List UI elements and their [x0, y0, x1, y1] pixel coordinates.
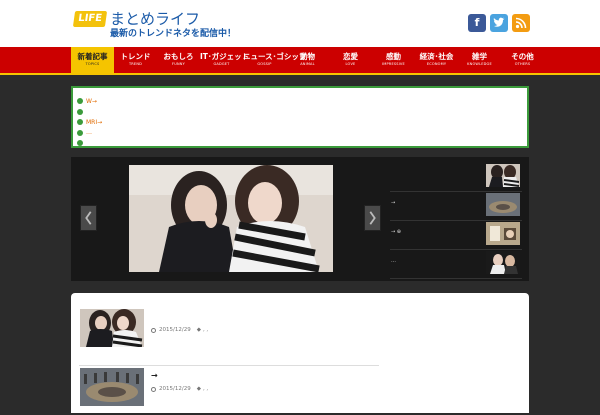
- thumbnail-caption: →: [391, 200, 396, 206]
- thumbnail-image[interactable]: [486, 164, 520, 187]
- nav-item-label: 経済･社会: [419, 52, 454, 61]
- nav-item-sublabel: KNOWLEDGE: [467, 62, 492, 66]
- article-meta: 2015/12/29 ◆ , ,: [151, 386, 208, 392]
- nav-item-label: おもしろ: [163, 52, 194, 61]
- nav-item-label: 恋愛: [343, 52, 358, 61]
- logo-badge: LIFE: [72, 11, 108, 27]
- site-subtitle: 最新のトレンドネタを配信中！: [110, 29, 237, 39]
- nav-item-trend[interactable]: トレンド TREND: [114, 47, 157, 73]
- site-logo[interactable]: LIFE まとめライフ 最新のトレンドネタを配信中！: [72, 9, 244, 41]
- nav-item-gossip[interactable]: ニュース･ゴシップ GOSSIP: [243, 47, 307, 73]
- new-topics-box: W→ MRI→ …: [71, 86, 529, 148]
- article-date: 2015/12/29: [159, 386, 191, 392]
- twitter-icon[interactable]: [490, 14, 508, 32]
- nav-item-sublabel: ANIMAL: [300, 62, 315, 66]
- nav-item-label: その他: [511, 52, 534, 61]
- article-thumbnail[interactable]: [80, 368, 144, 406]
- slider-thumbnail[interactable]: → ⊕: [390, 221, 522, 250]
- slider-thumbnail[interactable]: [390, 163, 522, 192]
- featured-image[interactable]: [129, 165, 333, 272]
- site-header: LIFE まとめライフ 最新のトレンドネタを配信中！ f: [0, 0, 600, 47]
- article-tags[interactable]: , ,: [203, 327, 208, 333]
- main-nav: 新着記事 TOPICS トレンド TREND おもしろ FUNNY IT･ガジェット GADG…: [0, 47, 600, 75]
- clock-icon: [151, 386, 156, 392]
- list-item[interactable]: 2015/12/29 ◆ , ,: [79, 309, 379, 359]
- thumbnail-caption: …: [391, 258, 396, 264]
- topic-link[interactable]: MRI→: [86, 119, 102, 126]
- bullet-icon: [77, 119, 83, 126]
- nav-item-label: 感動: [386, 52, 401, 61]
- facebook-icon[interactable]: f: [468, 14, 486, 32]
- topic-item[interactable]: [77, 138, 523, 149]
- topic-item[interactable]: MRI→: [77, 117, 523, 128]
- nav-item-sublabel: LOVE: [345, 62, 356, 66]
- nav-item-impressive[interactable]: 感動 IMPRESSIVE: [372, 47, 415, 73]
- nav-item-knowledge[interactable]: 雑学 KNOWLEDGE: [458, 47, 501, 73]
- thumbnail-image[interactable]: [486, 222, 520, 245]
- slider-prev-button[interactable]: [80, 205, 97, 231]
- nav-item-sublabel: ECONOMY: [426, 62, 447, 66]
- bullet-icon: [77, 129, 83, 136]
- bullet-icon: [77, 108, 83, 115]
- nav-item-sublabel: GOSSIP: [257, 62, 272, 66]
- bullet-icon: [77, 140, 83, 147]
- topic-item[interactable]: W→: [77, 96, 523, 107]
- topic-item[interactable]: …: [77, 128, 523, 139]
- bullet-icon: [77, 98, 83, 105]
- clock-icon: [151, 327, 156, 333]
- topic-item[interactable]: [77, 107, 523, 118]
- nav-item-others[interactable]: その他 OTHERS: [501, 47, 544, 73]
- nav-item-label: トレンド: [120, 52, 151, 61]
- nav-item-sublabel: IMPRESSIVE: [382, 62, 405, 66]
- slider-next-button[interactable]: [364, 205, 381, 231]
- slider-thumbnail[interactable]: …: [390, 250, 522, 279]
- nav-item-funny[interactable]: おもしろ FUNNY: [157, 47, 200, 73]
- thumbnail-image[interactable]: [486, 251, 520, 274]
- nav-item-gadget[interactable]: IT･ガジェット GADGET: [200, 47, 250, 73]
- tag-icon: ◆: [196, 386, 201, 392]
- nav-item-sublabel: TOPICS: [85, 62, 100, 66]
- thumbnail-image[interactable]: [486, 193, 520, 216]
- nav-item-label: IT･ガジェット: [200, 52, 250, 61]
- article-title[interactable]: →: [151, 371, 158, 380]
- article-date: 2015/12/29: [159, 327, 191, 333]
- list-item[interactable]: → 2015/12/29 ◆ , ,: [79, 365, 379, 415]
- rss-icon[interactable]: [512, 14, 530, 32]
- slider-thumbnail-list: → → ⊕ …: [390, 163, 522, 279]
- nav-item-label: 新着記事: [77, 52, 108, 61]
- thumbnail-caption: → ⊕: [391, 229, 401, 235]
- article-thumbnail[interactable]: [80, 309, 144, 347]
- article-tags[interactable]: , ,: [203, 386, 208, 392]
- nav-item-label: 動物: [300, 52, 315, 61]
- slider-thumbnail[interactable]: →: [390, 192, 522, 221]
- article-meta: 2015/12/29 ◆ , ,: [151, 327, 208, 333]
- nav-item-animal[interactable]: 動物 ANIMAL: [286, 47, 329, 73]
- nav-item-sublabel: OTHERS: [514, 62, 531, 66]
- nav-item-sublabel: GADGET: [213, 62, 230, 66]
- chevron-left-icon: [85, 211, 92, 225]
- nav-item-love[interactable]: 恋愛 LOVE: [329, 47, 372, 73]
- topic-link[interactable]: …: [86, 129, 92, 136]
- chevron-right-icon: [369, 211, 376, 225]
- tag-icon: ◆: [196, 327, 201, 333]
- nav-item-sublabel: FUNNY: [172, 62, 185, 66]
- nav-item-label: 雑学: [472, 52, 487, 61]
- nav-item-label: ニュース･ゴシップ: [243, 52, 307, 61]
- nav-item-economy[interactable]: 経済･社会 ECONOMY: [415, 47, 458, 73]
- nav-item-sublabel: TREND: [128, 62, 143, 66]
- nav-item-topics[interactable]: 新着記事 TOPICS: [71, 47, 114, 73]
- topic-link[interactable]: W→: [86, 98, 97, 105]
- article-list: 2015/12/29 ◆ , , → 2015/12/29 ◆ , ,: [71, 293, 529, 413]
